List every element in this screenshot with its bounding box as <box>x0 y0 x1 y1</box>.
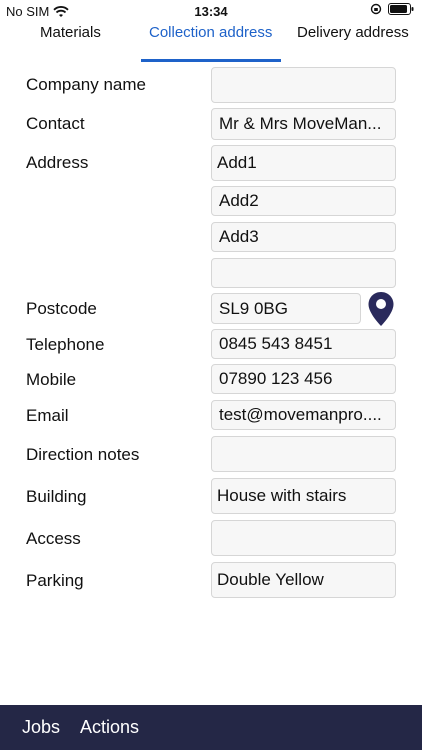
email-field[interactable]: test@movemanpro.... <box>211 400 396 430</box>
tab-delivery-address[interactable]: Delivery address <box>297 24 409 41</box>
jobs-button[interactable]: Jobs <box>22 717 60 738</box>
status-time: 13:34 <box>194 4 228 19</box>
tab-materials[interactable]: Materials <box>40 24 101 41</box>
email-label: Email <box>26 406 69 425</box>
direction-notes-field[interactable] <box>211 436 396 472</box>
active-tab-indicator <box>141 59 281 62</box>
address-line-4-field[interactable] <box>211 258 396 288</box>
status-bar: No SIM 13:34 <box>0 0 422 22</box>
building-field[interactable]: House with stairs <box>211 478 396 514</box>
contact-field[interactable]: Mr & Mrs MoveMan... <box>211 108 396 140</box>
address-line-1-field[interactable]: Add1 <box>211 145 396 181</box>
telephone-field[interactable]: 0845 543 8451 <box>211 329 396 359</box>
address-line-2-field[interactable]: Add2 <box>211 186 396 216</box>
direction-notes-label: Direction notes <box>26 445 140 464</box>
orientation-lock-icon <box>370 3 382 15</box>
building-label: Building <box>26 487 87 506</box>
parking-field[interactable]: Double Yellow <box>211 562 396 598</box>
tab-bar: Materials Collection address Delivery ad… <box>0 22 422 62</box>
company-name-label: Company name <box>26 75 147 94</box>
mobile-label: Mobile <box>26 370 77 389</box>
access-label: Access <box>26 529 81 548</box>
address-line-3-field[interactable]: Add3 <box>211 222 396 252</box>
company-name-field[interactable] <box>211 67 396 103</box>
postcode-field[interactable]: SL9 0BG <box>211 293 361 324</box>
tab-collection-address[interactable]: Collection address <box>149 24 272 41</box>
map-pin-icon[interactable] <box>367 291 395 327</box>
status-right <box>370 3 414 15</box>
actions-button[interactable]: Actions <box>80 717 139 738</box>
address-label: Address <box>26 153 89 172</box>
mobile-field[interactable]: 07890 123 456 <box>211 364 396 394</box>
postcode-label: Postcode <box>26 299 97 318</box>
bottom-toolbar: Jobs Actions <box>0 705 422 750</box>
battery-icon <box>388 3 414 15</box>
telephone-label: Telephone <box>26 335 105 354</box>
parking-label: Parking <box>26 571 84 590</box>
access-field[interactable] <box>211 520 396 556</box>
contact-label: Contact <box>26 114 85 133</box>
